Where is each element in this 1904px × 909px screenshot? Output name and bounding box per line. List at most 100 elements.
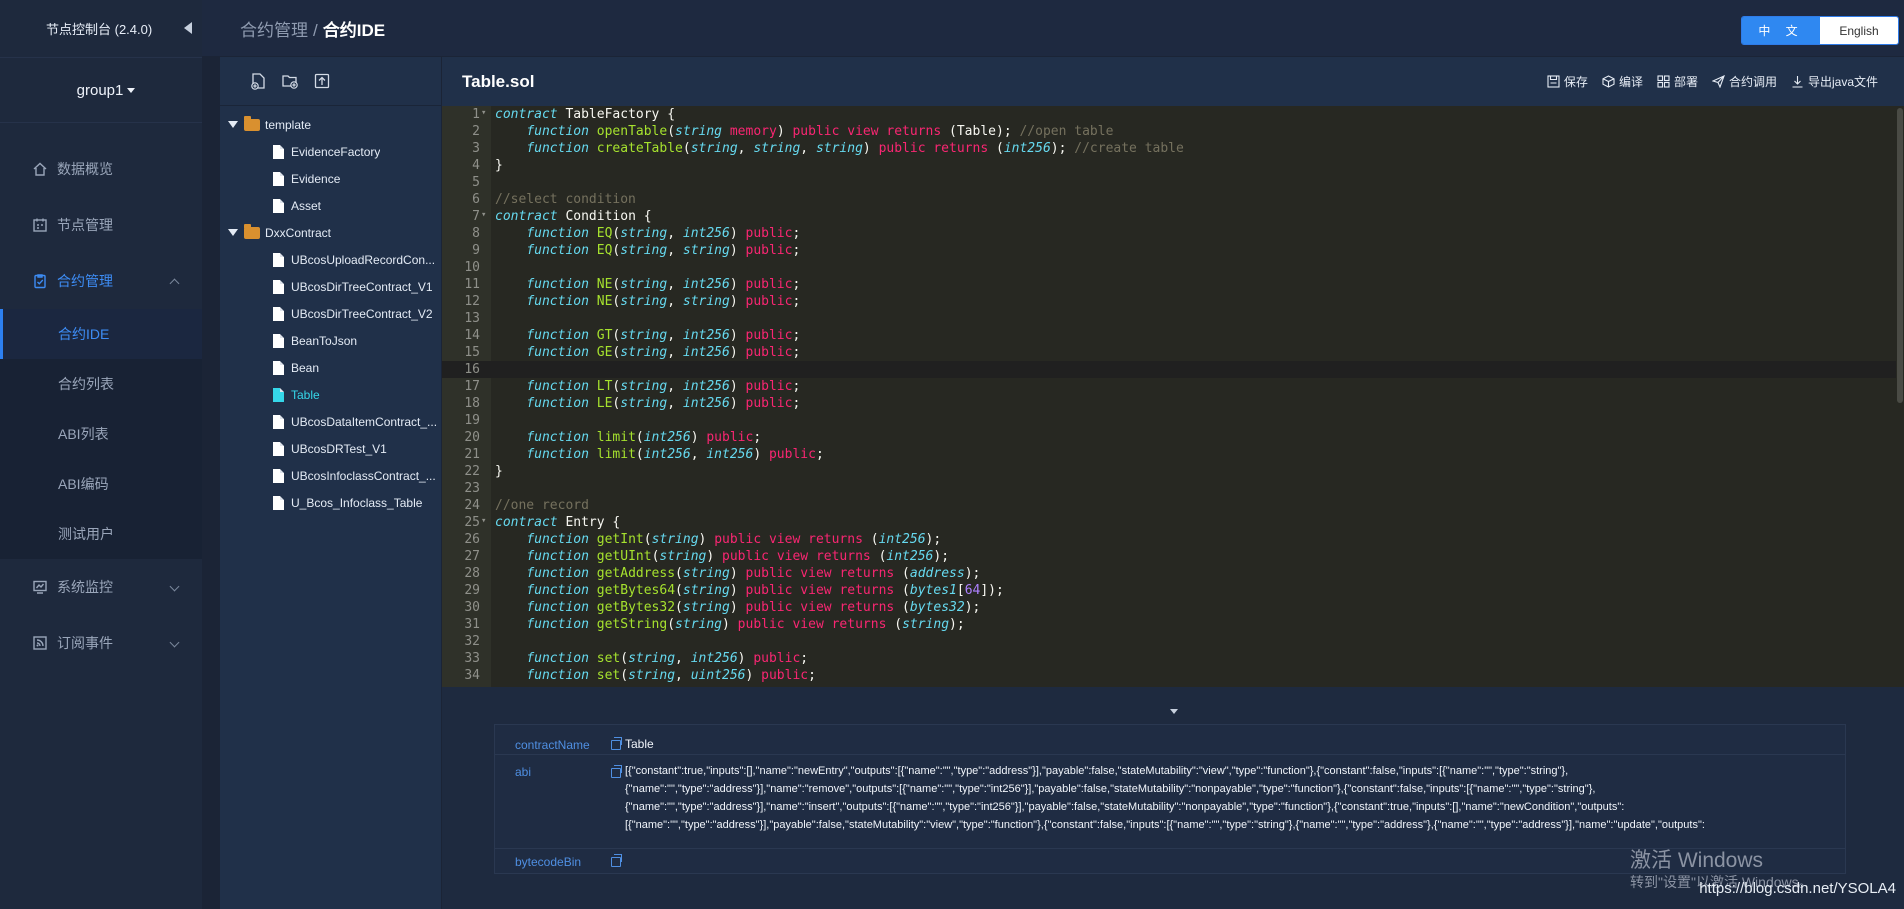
code-line[interactable]: 34 function set(string, uint256) public; — [442, 667, 1896, 684]
code-line[interactable]: 2 function openTable(string memory) publ… — [442, 123, 1896, 140]
code-text: function limit(int256, int256) public; — [526, 447, 824, 462]
menu-item-overview[interactable]: 数据概览 — [0, 141, 202, 197]
code-line[interactable]: 17 function LT(string, int256) public; — [442, 378, 1896, 395]
code-line[interactable]: 26 function getInt(string) public view r… — [442, 531, 1896, 548]
code-text: contract Entry { — [495, 515, 621, 530]
fold-icon[interactable]: ▾ — [481, 513, 486, 530]
copy-icon[interactable] — [611, 737, 622, 750]
code-line[interactable]: 11 function NE(string, int256) public; — [442, 276, 1896, 293]
sub-item-contract-ide[interactable]: 合约IDE — [0, 309, 202, 359]
compile-button[interactable]: 编译 — [1602, 73, 1643, 90]
call-contract-button[interactable]: 合约调用 — [1711, 73, 1777, 90]
folder-label: DxxContract — [265, 225, 332, 240]
breadcrumb-parent[interactable]: 合约管理 — [240, 21, 308, 40]
deploy-button[interactable]: 部署 — [1657, 73, 1698, 90]
code-line[interactable]: 8 function EQ(string, int256) public; — [442, 225, 1896, 242]
export-java-button[interactable]: 导出java文件 — [1791, 73, 1878, 90]
code-line[interactable]: 10 — [442, 259, 1896, 276]
code-line[interactable]: 24 //one record — [442, 497, 1896, 514]
code-line[interactable]: 30 function getBytes32(string) public vi… — [442, 599, 1896, 616]
menu-item-events[interactable]: 订阅事件 — [0, 615, 202, 671]
code-line[interactable]: 6 //select condition — [442, 191, 1896, 208]
code-line[interactable]: 28 function getAddress(string) public vi… — [442, 565, 1896, 582]
contract-name-row: contractName Table — [495, 735, 1845, 755]
copy-icon[interactable] — [611, 765, 622, 778]
code-line[interactable]: 15 function GE(string, int256) public; — [442, 344, 1896, 361]
tree-file[interactable]: Evidence — [220, 165, 441, 192]
code-line[interactable]: 12 function NE(string, string) public; — [442, 293, 1896, 310]
menu-item-contracts[interactable]: 合约管理 — [0, 253, 202, 309]
code-line[interactable]: 21 function limit(int256, int256) public… — [442, 446, 1896, 463]
code-text: function set(string, uint256) public; — [526, 668, 816, 683]
code-line[interactable]: 31 function getString(string) public vie… — [442, 616, 1896, 633]
fold-icon[interactable]: ▾ — [481, 207, 486, 224]
tree-file[interactable]: EvidenceFactory — [220, 138, 441, 165]
collapse-output-icon[interactable] — [1170, 709, 1178, 714]
code-line[interactable]: 3 function createTable(string, string, s… — [442, 140, 1896, 157]
line-number: 24 — [464, 498, 480, 513]
code-line[interactable]: 27 function getUInt(string) public view … — [442, 548, 1896, 565]
sub-item-test-users[interactable]: 测试用户 — [0, 509, 202, 559]
file-label: UBcosDRTest_V1 — [291, 441, 387, 456]
line-number: 15 — [464, 345, 480, 360]
code-line[interactable]: 33 function set(string, int256) public; — [442, 650, 1896, 667]
source-url-watermark: https://blog.csdn.net/YSOLA4 — [1699, 880, 1896, 897]
sub-item-abi-list[interactable]: ABI列表 — [0, 409, 202, 459]
new-file-icon[interactable] — [248, 71, 268, 91]
group-name: group1 — [76, 81, 124, 99]
tree-folder[interactable]: DxxContract — [220, 219, 441, 246]
lang-en-button[interactable]: English — [1820, 17, 1898, 44]
menu-item-nodes[interactable]: 节点管理 — [0, 197, 202, 253]
editor-scrollbar-thumb[interactable] — [1897, 108, 1903, 403]
code-line[interactable]: 23 — [442, 480, 1896, 497]
language-switch: 中 文 English — [1741, 16, 1899, 45]
code-text: function LE(string, int256) public; — [526, 396, 801, 411]
code-line[interactable]: 18 function LE(string, int256) public; — [442, 395, 1896, 412]
app-title-text: 节点控制台 (2.4.0) — [46, 22, 153, 37]
code-line[interactable]: 22} — [442, 463, 1896, 480]
tree-file[interactable]: UBcosDataItemContract_... — [220, 408, 441, 435]
code-line[interactable]: 5 — [442, 174, 1896, 191]
tree-file[interactable]: UBcosInfoclassContract_... — [220, 462, 441, 489]
group-selector[interactable]: group1 — [0, 58, 202, 123]
copy-icon[interactable] — [611, 854, 622, 867]
menu-label: 订阅事件 — [57, 635, 113, 651]
upload-icon[interactable] — [312, 71, 332, 91]
code-line[interactable]: 25 ▾ contract Entry { — [442, 514, 1896, 531]
sub-item-abi-encode[interactable]: ABI编码 — [0, 459, 202, 509]
sub-item-contract-list[interactable]: 合约列表 — [0, 359, 202, 409]
tree-folder[interactable]: template — [220, 111, 441, 138]
code-line[interactable]: 29 function getBytes64(string) public vi… — [442, 582, 1896, 599]
fold-icon[interactable]: ▾ — [481, 106, 486, 122]
code-line[interactable]: 9 function EQ(string, string) public; — [442, 242, 1896, 259]
tree-file[interactable]: UBcosDirTreeContract_V1 — [220, 273, 441, 300]
code-line[interactable]: 14 function GT(string, int256) public; — [442, 327, 1896, 344]
editor-actions: 保存 编译 部署 合约调用 导出java文件 — [1547, 73, 1878, 90]
code-line[interactable]: 4} — [442, 157, 1896, 174]
tree-file[interactable]: Table — [220, 381, 441, 408]
code-line[interactable]: 32 — [442, 633, 1896, 650]
tree-file[interactable]: UBcosDRTest_V1 — [220, 435, 441, 462]
chevron-down-icon — [169, 581, 180, 592]
editor-scrollbar[interactable] — [1896, 106, 1904, 687]
code-line[interactable]: 19 — [442, 412, 1896, 429]
code-line[interactable]: 1 ▾ contract TableFactory { — [442, 106, 1896, 123]
save-button[interactable]: 保存 — [1547, 73, 1588, 90]
code-line[interactable]: 13 — [442, 310, 1896, 327]
file-label: U_Bcos_Infoclass_Table — [291, 495, 423, 510]
code-line[interactable]: 20 function limit(int256) public; — [442, 429, 1896, 446]
tree-file[interactable]: UBcosUploadRecordCon... — [220, 246, 441, 273]
lang-zh-button[interactable]: 中 文 — [1742, 17, 1820, 44]
tree-file[interactable]: Bean — [220, 354, 441, 381]
new-folder-icon[interactable] — [280, 71, 300, 91]
tree-file[interactable]: UBcosDirTreeContract_V2 — [220, 300, 441, 327]
code-line[interactable]: 7 ▾ contract Condition { — [442, 208, 1896, 225]
tree-file[interactable]: BeanToJson — [220, 327, 441, 354]
menu-item-monitor[interactable]: 系统监控 — [0, 559, 202, 615]
collapse-sidebar-icon[interactable] — [184, 22, 192, 34]
download-icon — [1791, 75, 1804, 88]
tree-file[interactable]: U_Bcos_Infoclass_Table — [220, 489, 441, 516]
tree-file[interactable]: Asset — [220, 192, 441, 219]
code-editor[interactable]: 1 ▾ contract TableFactory {2 function open… — [442, 106, 1896, 687]
code-line[interactable]: 16 — [442, 361, 1896, 378]
